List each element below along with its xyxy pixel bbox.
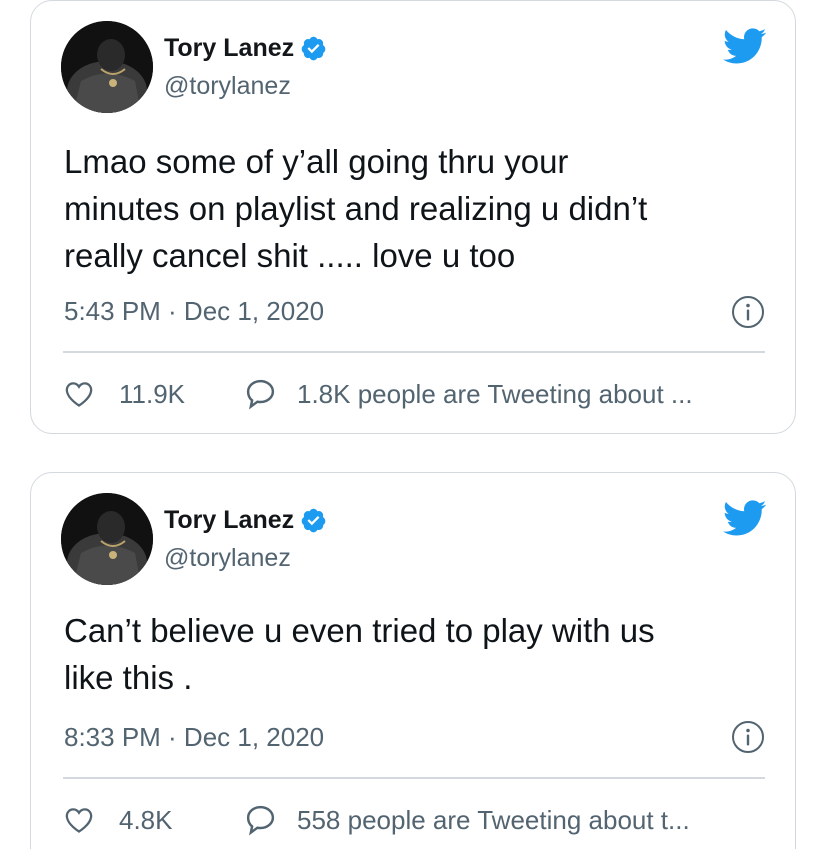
- heart-icon: [65, 807, 93, 833]
- speech-bubble-icon: [246, 379, 275, 410]
- tweet-card[interactable]: Tory Lanez @torylanez Lmao some of y’all…: [30, 0, 796, 434]
- like-count: 4.8K: [119, 804, 173, 835]
- tweeting-about-button[interactable]: 558 people are Tweeting about t...: [244, 803, 690, 836]
- display-name-text[interactable]: Tory Lanez: [164, 33, 294, 63]
- info-icon[interactable]: [731, 295, 765, 329]
- display-name-text[interactable]: Tory Lanez: [164, 505, 294, 535]
- like-button[interactable]: 11.9K: [64, 378, 214, 410]
- info-icon[interactable]: [731, 720, 765, 754]
- twitter-bird-icon[interactable]: [721, 499, 767, 537]
- author-display-name[interactable]: Tory Lanez: [164, 505, 327, 535]
- like-count: 11.9K: [119, 378, 186, 409]
- author-display-name[interactable]: Tory Lanez: [164, 33, 327, 63]
- divider: [63, 351, 765, 353]
- tweet-timestamp[interactable]: 8:33 PM · Dec 1, 2020: [64, 721, 324, 753]
- author-handle[interactable]: @torylanez: [164, 71, 291, 101]
- tweet-timestamp[interactable]: 5:43 PM · Dec 1, 2020: [64, 295, 324, 327]
- verified-badge-icon: [301, 508, 326, 532]
- like-button[interactable]: 4.8K: [64, 804, 214, 836]
- tweeting-about-text: 558 people are Tweeting about t...: [297, 804, 690, 835]
- tweet-text: Can’t believe u even tried to play with …: [64, 612, 655, 696]
- tweet-action-row: 11.9K 1.8K people are Tweeting about ...: [64, 377, 765, 410]
- speech-bubble-icon: [246, 805, 275, 836]
- tweet-text: Lmao some of y’all going thru your minut…: [64, 143, 648, 274]
- author-handle[interactable]: @torylanez: [164, 543, 291, 573]
- tweeting-about-button[interactable]: 1.8K people are Tweeting about ...: [244, 377, 693, 410]
- heart-icon: [65, 381, 93, 407]
- verified-badge-icon: [301, 36, 326, 60]
- tweet-screenshot-page: Tory Lanez @torylanez Lmao some of y’all…: [0, 0, 828, 849]
- avatar[interactable]: [61, 21, 153, 113]
- tweet-card[interactable]: Tory Lanez @torylanez Can’t believe u ev…: [30, 472, 796, 849]
- tweet-action-row: 4.8K 558 people are Tweeting about t...: [64, 803, 765, 836]
- twitter-bird-icon[interactable]: [721, 27, 767, 65]
- avatar[interactable]: [61, 493, 153, 585]
- divider: [63, 777, 765, 779]
- tweeting-about-text: 1.8K people are Tweeting about ...: [297, 378, 693, 409]
